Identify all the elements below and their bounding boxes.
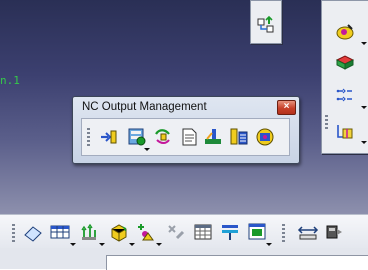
window-view-icon[interactable] — [246, 221, 268, 243]
viewport-label: n.1 — [0, 74, 20, 87]
table-icon[interactable] — [49, 221, 71, 243]
bottom-toolbar — [0, 214, 368, 249]
tool-path-icon[interactable] — [334, 121, 356, 143]
nc-output-icon[interactable] — [228, 126, 250, 148]
video-simulation-icon[interactable] — [126, 126, 148, 148]
eraser-icon[interactable] — [22, 221, 44, 243]
disabled-tool-icon[interactable] — [165, 221, 187, 243]
top-floating-toolbar — [250, 0, 282, 44]
part-operation-icon[interactable] — [334, 51, 356, 73]
document-icon[interactable] — [178, 126, 200, 148]
right-vertical-toolbar — [321, 0, 368, 154]
window-title: NC Output Management — [82, 101, 207, 113]
command-input[interactable] — [106, 255, 368, 270]
nc-toolbar-body — [81, 118, 290, 156]
nc-output-management-toolbar[interactable]: NC Output Management × — [72, 96, 300, 164]
inspect-icon[interactable] — [323, 221, 345, 243]
material-icon[interactable] — [108, 221, 130, 243]
sequence-warning-icon[interactable] — [135, 221, 157, 243]
operation-yellow-icon[interactable] — [334, 21, 356, 43]
close-button[interactable]: × — [277, 100, 296, 115]
feed-speed-icon[interactable] — [219, 221, 241, 243]
replay-icon[interactable] — [97, 126, 119, 148]
sequence-arrows-icon[interactable] — [255, 14, 277, 36]
machining-shop-icon[interactable] — [202, 126, 224, 148]
measure-icon[interactable] — [297, 221, 319, 243]
calendar-icon[interactable] — [192, 221, 214, 243]
tree-arrows-icon[interactable] — [78, 221, 100, 243]
tool-change-icon[interactable] — [254, 126, 276, 148]
transition-path-icon[interactable] — [334, 85, 356, 107]
generate-apt-icon[interactable] — [152, 126, 174, 148]
